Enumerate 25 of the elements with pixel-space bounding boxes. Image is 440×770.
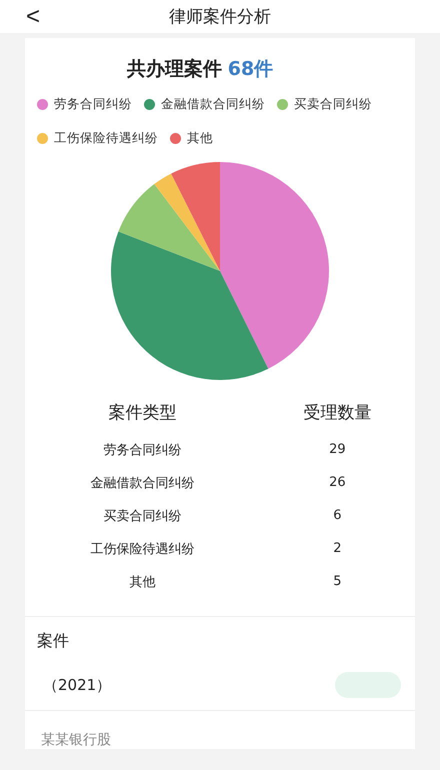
legend-label: 劳务合同纠纷 xyxy=(54,96,132,113)
back-button[interactable]: < xyxy=(26,0,40,33)
summary-label: 共办理案件 xyxy=(126,57,222,82)
table-cell: 金融借款合同纠纷 xyxy=(90,476,194,490)
legend-label: 工伤保险待遇纠纷 xyxy=(54,130,158,147)
table-cell: 劳务合同纠纷 xyxy=(103,442,182,458)
table-cell: 买卖合同纠纷 xyxy=(103,508,182,524)
table-cell: 6 xyxy=(333,508,342,523)
column-header: 受理数量 xyxy=(303,402,372,422)
table-cell: 其他 xyxy=(129,574,156,590)
legend-label: 买卖合同纠纷 xyxy=(294,96,372,113)
page-title: 律师案件分析 xyxy=(169,6,271,28)
table-cell: 工伤保险待遇纠纷 xyxy=(90,542,194,556)
status-tag xyxy=(335,672,401,698)
case-count: 68件 xyxy=(228,57,274,82)
table-cell: 5 xyxy=(333,574,342,589)
column-header: 案件类型 xyxy=(108,402,176,422)
table-cell: 29 xyxy=(329,442,346,457)
table-cell: 2 xyxy=(333,541,342,556)
table-cell: 26 xyxy=(329,475,346,490)
legend-label: 其他 xyxy=(187,130,213,147)
case-number: （2021） xyxy=(43,676,112,694)
section-title: 案件 xyxy=(37,631,69,650)
legend-label: 金融借款合同纠纷 xyxy=(161,96,265,113)
case-description: 某某银行股 xyxy=(41,732,111,748)
